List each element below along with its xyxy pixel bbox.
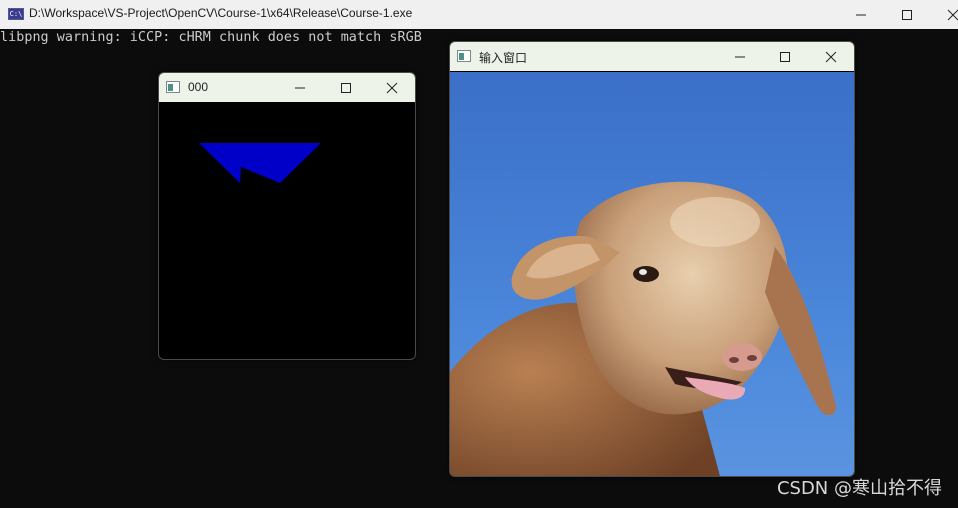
console-titlebar[interactable]: C:\ D:\Workspace\VS-Project\OpenCV\Cours… bbox=[0, 0, 958, 29]
window-icon bbox=[457, 50, 471, 62]
minimize-icon bbox=[735, 56, 745, 58]
window-000-close-button[interactable] bbox=[370, 73, 414, 102]
window-input-titlebar[interactable]: 输入窗口 bbox=[450, 42, 854, 71]
window-input[interactable]: 输入窗口 bbox=[449, 41, 855, 477]
minimize-icon bbox=[856, 14, 866, 16]
console-minimize-button[interactable] bbox=[838, 0, 884, 29]
close-icon bbox=[947, 9, 958, 21]
console-title: D:\Workspace\VS-Project\OpenCV\Course-1\… bbox=[29, 6, 413, 20]
window-input-minimize-button[interactable] bbox=[718, 42, 762, 71]
maximize-icon bbox=[780, 52, 790, 62]
filled-blue-polygon bbox=[199, 143, 321, 183]
console-close-button[interactable] bbox=[930, 0, 958, 29]
window-icon bbox=[166, 81, 180, 93]
window-input-close-button[interactable] bbox=[809, 42, 853, 71]
console-app-icon: C:\ bbox=[8, 8, 24, 20]
maximize-icon bbox=[341, 83, 351, 93]
console-maximize-button[interactable] bbox=[884, 0, 930, 29]
drawing-canvas bbox=[199, 143, 321, 183]
window-000-minimize-button[interactable] bbox=[278, 73, 322, 102]
window-000-title: 000 bbox=[188, 80, 209, 94]
close-icon bbox=[825, 51, 837, 63]
minimize-icon bbox=[295, 87, 305, 89]
window-input-maximize-button[interactable] bbox=[763, 42, 807, 71]
lamb-photo bbox=[450, 72, 854, 476]
window-000[interactable]: 000 bbox=[158, 72, 416, 360]
window-000-titlebar[interactable]: 000 bbox=[159, 73, 415, 102]
window-000-maximize-button[interactable] bbox=[324, 73, 368, 102]
maximize-icon bbox=[902, 10, 912, 20]
console-output: libpng warning: iCCP: cHRM chunk does no… bbox=[0, 30, 422, 45]
window-input-title: 输入窗口 bbox=[479, 51, 528, 65]
close-icon bbox=[386, 82, 398, 94]
watermark-text: CSDN @寒山拾不得 bbox=[776, 478, 942, 499]
